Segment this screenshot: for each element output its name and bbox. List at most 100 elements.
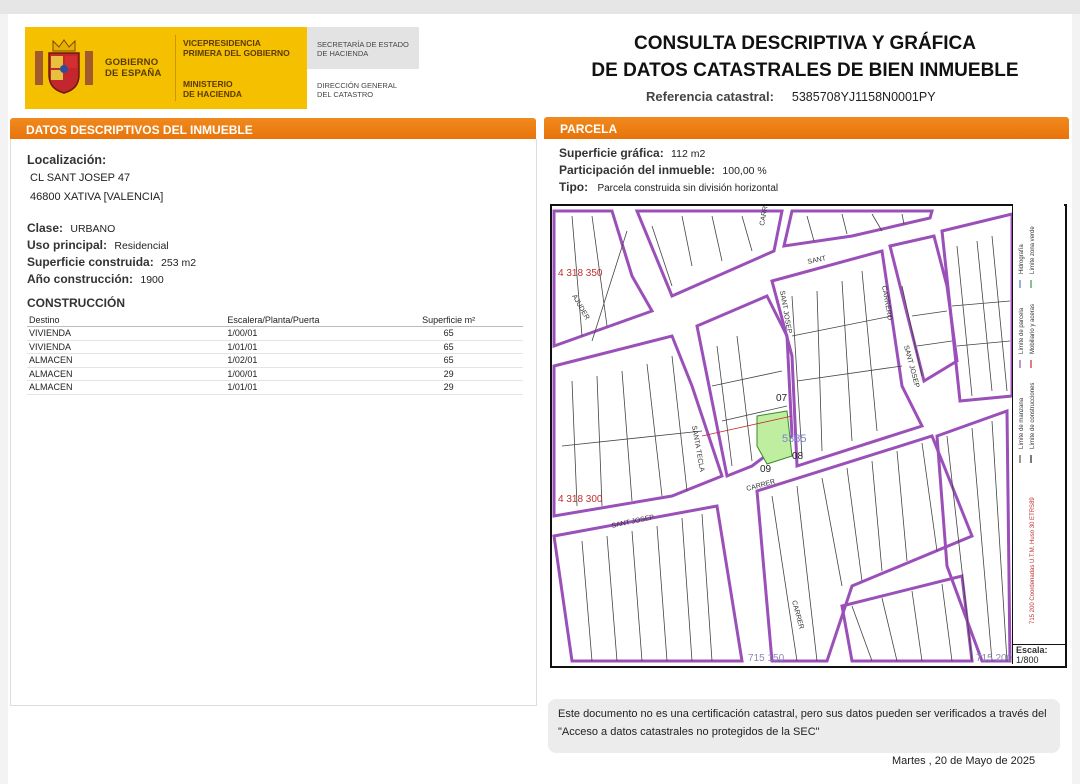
- superficie-label: Superficie construida:: [27, 255, 154, 269]
- sub-07: 07: [776, 393, 788, 404]
- sup-grafica-row: Superficie gráfica: 112 m2: [559, 146, 705, 160]
- gobierno-line2: DE ESPAÑA: [105, 68, 162, 79]
- cell-escalera: 1/00/01: [225, 367, 375, 381]
- address-line1: CL SANT JOSEP 47: [30, 172, 131, 184]
- table-row: ALMACEN 1/00/01 29: [27, 367, 523, 381]
- legend-limite-construcciones: Límite de construcciones: [1030, 383, 1036, 449]
- col-superficie: Superficie m²: [374, 314, 523, 327]
- logo-divider: [175, 35, 176, 101]
- table-row: VIVIENDA 1/00/01 65: [27, 326, 523, 341]
- table-header-row: Destino Escalera/Planta/Puerta Superfici…: [27, 314, 523, 327]
- map-drawing: 4 318 350 4 318 300 715 150 715 200 07 0…: [552, 206, 1014, 664]
- cell-superficie: 29: [374, 380, 523, 395]
- sup-grafica-label: Superficie gráfica:: [559, 146, 664, 160]
- coat-of-arms-icon: [35, 39, 93, 94]
- gobierno-text: GOBIERNO DE ESPAÑA: [105, 57, 162, 79]
- legend-hidrografia: Hidrografía: [1019, 244, 1025, 274]
- escala-value: 1/800: [1016, 655, 1039, 665]
- street-labels: SANT JOSEP CARRER SANT CARRERO SANTA TEC…: [570, 206, 920, 630]
- top-bar: [0, 0, 1080, 14]
- legend-limite-verde: Límite zona verde: [1030, 226, 1036, 274]
- parcela-title: PARCELA: [560, 122, 618, 136]
- superficie-row: Superficie construida: 253 m2: [27, 255, 196, 269]
- clase-value: URBANO: [70, 223, 116, 235]
- cell-escalera: 1/01/01: [225, 380, 375, 395]
- cell-escalera: 1/01/01: [225, 340, 375, 354]
- clase-row: Clase: URBANO: [27, 221, 115, 235]
- title-line2: DE DATOS CATASTRALES DE BIEN INMUEBLE: [591, 60, 1019, 81]
- tipo-value: Parcela construida sin división horizont…: [597, 183, 779, 194]
- street-label: SANT JOSEP: [611, 514, 655, 530]
- cell-escalera: 1/00/01: [225, 326, 375, 341]
- direccion-text: DIRECCIÓN GENERAL DEL CATASTRO: [317, 81, 398, 99]
- parcela-header: PARCELA: [544, 117, 1069, 139]
- street-label: CARRER: [790, 600, 804, 630]
- cell-escalera: 1/02/01: [225, 353, 375, 368]
- secretaria-box: SECRETARÍA DE ESTADO DE HACIENDA DIRECCIÓ…: [307, 27, 419, 109]
- uso-label: Uso principal:: [27, 238, 108, 252]
- col-destino: Destino: [27, 314, 226, 327]
- table-row: ALMACEN 1/01/01 29: [27, 380, 523, 395]
- street-label: CARRER: [759, 206, 771, 226]
- localizacion-label: Localización:: [27, 153, 107, 167]
- cell-superficie: 65: [374, 353, 523, 368]
- ref-label: Referencia catastral:: [646, 89, 774, 104]
- cell-destino: ALMACEN: [27, 353, 226, 368]
- superficie-value: 253 m2: [161, 257, 197, 269]
- col-escalera: Escalera/Planta/Puerta: [225, 314, 375, 327]
- construccion-table: Destino Escalera/Planta/Puerta Superfici…: [27, 314, 523, 395]
- cell-superficie: 29: [374, 367, 523, 381]
- legend-mobiliario: Mobiliario y aceras: [1030, 304, 1036, 354]
- title-line1: CONSULTA DESCRIPTIVA Y GRÁFICA: [633, 33, 977, 54]
- legend-labels: Hidrografía Límite zona verde Límite de …: [1019, 226, 1036, 449]
- legend-drawing: Hidrografía Límite zona verde Límite de …: [1019, 226, 1036, 624]
- coord-x2: 715 200: [976, 653, 1013, 664]
- uso-row: Uso principal: Residencial: [27, 238, 169, 252]
- parcel-number: 5385: [782, 433, 806, 445]
- street-label: SANTA TECLA: [690, 425, 705, 473]
- participacion-value: 100,00 %: [722, 165, 767, 177]
- secretaria-text: SECRETARÍA DE ESTADO DE HACIENDA: [317, 40, 409, 58]
- address-line2: 46800 XATIVA [VALENCIA]: [30, 191, 164, 203]
- table-row: VIVIENDA 1/01/01 65: [27, 340, 523, 354]
- disclaimer-text: Este documento no es una certificación c…: [558, 708, 1047, 738]
- legend-coordenadas: 715 200 Coordenadas U.T.M. Huso 30 ETRS8…: [1030, 497, 1036, 624]
- datos-descriptivos-header: DATOS DESCRIPTIVOS DEL INMUEBLE: [10, 118, 536, 140]
- construccion-title: CONSTRUCCIÓN: [27, 296, 125, 310]
- anio-label: Año construcción:: [27, 272, 134, 286]
- vicepresidencia-text: VICEPRESIDENCIA PRIMERA DEL GOBIERNO: [183, 38, 290, 58]
- escala-box: Escala: 1/800: [1013, 644, 1066, 665]
- sup-grafica-value: 112 m2: [671, 148, 706, 160]
- ref-value: 5385708YJ1158N0001PY: [791, 90, 936, 104]
- sub-09: 09: [760, 464, 772, 475]
- tipo-row: Tipo: Parcela construida sin división ho…: [559, 180, 778, 194]
- escala-label: Escala:: [1016, 645, 1048, 655]
- cell-superficie: 65: [374, 326, 523, 341]
- participacion-label: Participación del inmueble:: [559, 163, 716, 177]
- datos-descriptivos-title: DATOS DESCRIPTIVOS DEL INMUEBLE: [26, 123, 253, 137]
- street-label: SANT: [807, 255, 827, 266]
- anio-value: 1900: [140, 274, 164, 286]
- cell-destino: ALMACEN: [27, 380, 226, 395]
- cadastral-map[interactable]: 4 318 350 4 318 300 715 150 715 200 07 0…: [550, 204, 1067, 668]
- clase-label: Clase:: [27, 221, 64, 235]
- uso-value: Residencial: [114, 240, 169, 252]
- disclaimer-note: Este documento no es una certificación c…: [548, 699, 1060, 753]
- coord-y1: 4 318 350: [558, 268, 603, 279]
- anio-row: Año construcción: 1900: [27, 272, 164, 286]
- sub-08: 08: [792, 451, 804, 462]
- cell-destino: VIVIENDA: [27, 326, 226, 341]
- gobierno-line1: GOBIERNO: [105, 57, 159, 68]
- cell-superficie: 65: [374, 340, 523, 354]
- cell-destino: VIVIENDA: [27, 340, 226, 354]
- cell-destino: ALMACEN: [27, 367, 226, 381]
- page-title: CONSULTA DESCRIPTIVA Y GRÁFICA DE DATOS …: [560, 30, 1050, 84]
- tipo-label: Tipo:: [559, 180, 589, 194]
- legend-limite-parcela: Límite de parcela: [1019, 307, 1025, 354]
- gobierno-logo: GOBIERNO DE ESPAÑA VICEPRESIDENCIA PRIMER…: [25, 27, 307, 109]
- referencia-catastral: Referencia catastral: 5385708YJ1158N0001P…: [646, 89, 936, 104]
- map-legend: Hidrografía Límite zona verde Límite de …: [1012, 204, 1064, 664]
- coord-x1: 715 150: [748, 653, 785, 664]
- participacion-row: Participación del inmueble: 100,00 %: [559, 163, 767, 177]
- table-row: ALMACEN 1/02/01 65: [27, 353, 523, 368]
